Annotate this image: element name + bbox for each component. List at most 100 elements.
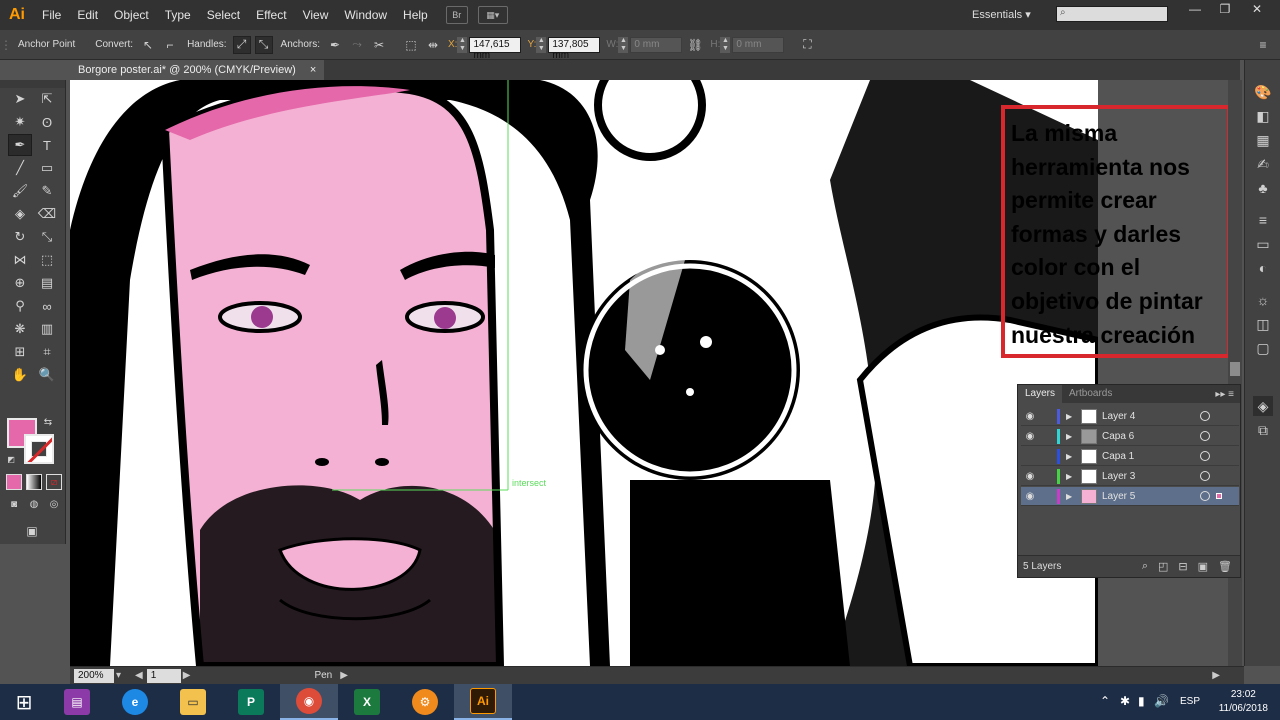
type-tool-icon[interactable]: T [35, 134, 59, 156]
width-tool-icon[interactable]: ⋈ [8, 249, 32, 271]
none-mode-icon[interactable]: ⧄ [46, 474, 62, 490]
convert-corner-icon[interactable]: ↖ [139, 36, 157, 54]
minimize-button[interactable]: — [1180, 0, 1210, 18]
eye-icon[interactable]: ◉ [1021, 471, 1039, 482]
scrollbar-thumb[interactable] [1230, 362, 1240, 376]
taskbar-internet-explorer[interactable]: e [106, 684, 164, 720]
expand-icon[interactable]: ▶ [1066, 432, 1076, 441]
symbols-panel-icon[interactable]: ♣ [1253, 178, 1273, 198]
hand-tool-icon[interactable]: ✋ [8, 364, 32, 386]
selection-indicator[interactable] [1216, 493, 1222, 499]
pencil-tool-icon[interactable]: ✎ [35, 180, 59, 202]
y-stepper[interactable]: ▲ ▼ [536, 36, 547, 53]
symbol-sprayer-tool-icon[interactable]: ❋ [8, 318, 32, 340]
x-field[interactable]: 147,615 mm [469, 36, 522, 61]
swatches-panel-icon[interactable]: ▦ [1253, 130, 1273, 150]
link-proportions-icon[interactable]: ⛓ [686, 36, 704, 54]
direct-selection-tool-icon[interactable]: ⇱ [35, 88, 59, 110]
stroke-color-swatch[interactable] [24, 434, 54, 464]
artboard-field[interactable]: 1 [146, 668, 181, 683]
pen-tool-icon[interactable]: ✒ [8, 134, 32, 156]
tray-overflow-icon[interactable]: ⌃ [1100, 694, 1110, 708]
selection-tool-icon[interactable]: ➤ [8, 88, 32, 110]
language-indicator[interactable]: ESP [1180, 696, 1200, 707]
remove-anchor-icon[interactable]: ✒ [326, 36, 344, 54]
layer-row[interactable]: ◉ ▶ Layer 4 [1021, 407, 1239, 426]
menu-select[interactable]: Select [199, 0, 248, 30]
graphic-styles-icon[interactable]: ◫ [1253, 314, 1273, 334]
menu-type[interactable]: Type [157, 0, 199, 30]
expand-icon[interactable]: ▶ [1066, 492, 1076, 501]
layer-name[interactable]: Layer 5 [1102, 491, 1194, 502]
zoom-field[interactable]: 200% [74, 668, 114, 683]
start-button[interactable]: ⊞ [0, 684, 48, 720]
zoom-tool-icon[interactable]: 🔍 [35, 364, 59, 386]
brushes-panel-icon[interactable]: ✍ [1253, 154, 1273, 174]
gradient-panel-icon[interactable]: ▭ [1253, 234, 1273, 254]
layer-name[interactable]: Capa 6 [1102, 431, 1194, 442]
canvas-area[interactable]: intersect La misma herramienta nos permi… [70, 80, 1240, 666]
show-handles-icon[interactable]: ⤢ [232, 35, 251, 54]
panel-menu-icon[interactable]: ▸▸ ≡ [1215, 389, 1240, 400]
tab-artboards[interactable]: Artboards [1062, 385, 1119, 403]
menu-object[interactable]: Object [106, 0, 157, 30]
color-panel-icon[interactable]: 🎨 [1253, 82, 1273, 102]
tools-panel-grip[interactable] [0, 80, 65, 88]
artboard-tool-icon[interactable]: ⊞ [8, 341, 32, 363]
cut-path-icon[interactable]: ✂ [370, 36, 388, 54]
artboards-panel-icon[interactable]: ⧉ [1253, 420, 1273, 440]
menu-help[interactable]: Help [395, 0, 436, 30]
layer-row[interactable]: ◉ ▶ Capa 6 [1021, 427, 1239, 446]
scale-tool-icon[interactable]: ⤡ [35, 226, 59, 248]
layer-row-selected[interactable]: ◉ ▶ Layer 5 [1021, 487, 1239, 506]
previous-artboard-icon[interactable]: ◀ [135, 670, 143, 681]
stroke-panel-icon[interactable]: ≡ [1253, 210, 1273, 230]
eraser-tool-icon[interactable]: ⌫ [35, 203, 59, 225]
menu-edit[interactable]: Edit [69, 0, 106, 30]
taskbar-illustrator[interactable]: Ai [454, 684, 512, 720]
tray-bluetooth-icon[interactable]: ✱ [1120, 694, 1130, 708]
hscroll-arrow-icon[interactable]: ▶ [1212, 670, 1220, 681]
h-field[interactable]: 0 mm [732, 36, 785, 53]
eye-icon[interactable]: ◉ [1021, 431, 1039, 442]
tray-network-icon[interactable]: ▮ [1138, 694, 1145, 708]
delete-layer-icon[interactable]: 🗑 [1218, 560, 1232, 573]
blob-brush-tool-icon[interactable]: ◈ [8, 203, 32, 225]
maximize-button[interactable]: ❐ [1210, 0, 1240, 18]
menu-view[interactable]: View [295, 0, 337, 30]
layer-row[interactable]: ▶ Capa 1 [1021, 447, 1239, 466]
vertical-scrollbar[interactable] [1228, 80, 1242, 666]
transparency-panel-icon[interactable]: ◐ [1253, 258, 1273, 278]
eye-icon[interactable]: ◉ [1021, 491, 1039, 502]
search-input[interactable]: ⌕ [1056, 6, 1168, 22]
transform-icon[interactable]: ⛶ [798, 36, 816, 54]
next-artboard-icon[interactable]: ▶ [183, 670, 191, 681]
bridge-button[interactable]: Br [445, 6, 468, 24]
clock[interactable]: 23:02 11/06/2018 [1219, 688, 1268, 716]
volume-icon[interactable]: 🔊 [1154, 694, 1169, 708]
taskbar-file-explorer[interactable]: ▭ [164, 684, 222, 720]
draw-normal-icon[interactable]: ◙ [6, 496, 22, 512]
expand-icon[interactable]: ▶ [1066, 472, 1076, 481]
lasso-tool-icon[interactable]: ʘ [35, 111, 59, 133]
menu-effect[interactable]: Effect [248, 0, 294, 30]
workspace-switcher[interactable]: Essentials ▾ [972, 8, 1031, 21]
target-icon[interactable] [1200, 451, 1210, 461]
target-icon[interactable] [1200, 411, 1210, 421]
document-tab[interactable]: Borgore poster.ai* @ 200% (CMYK/Preview)… [70, 60, 325, 80]
make-clipping-mask-icon[interactable]: ◰ [1158, 560, 1168, 573]
close-button[interactable]: ✕ [1242, 0, 1272, 18]
layer-name[interactable]: Layer 4 [1102, 411, 1194, 422]
slice-tool-icon[interactable]: ⌗ [35, 341, 59, 363]
appearance-panel-icon[interactable]: ☼ [1253, 290, 1273, 310]
menu-window[interactable]: Window [336, 0, 395, 30]
taskbar-publisher[interactable]: P [222, 684, 280, 720]
align-icon[interactable]: ⇹ [424, 36, 442, 54]
new-layer-icon[interactable]: ▣ [1198, 560, 1208, 573]
new-sublayer-icon[interactable]: ⊟ [1178, 560, 1187, 573]
isolate-icon[interactable]: ⬚ [402, 36, 420, 54]
close-icon[interactable]: × [310, 60, 316, 80]
color-guide-icon[interactable]: ◧ [1253, 106, 1273, 126]
color-mode-icon[interactable] [6, 474, 22, 490]
expand-icon[interactable]: ▶ [1066, 412, 1076, 421]
